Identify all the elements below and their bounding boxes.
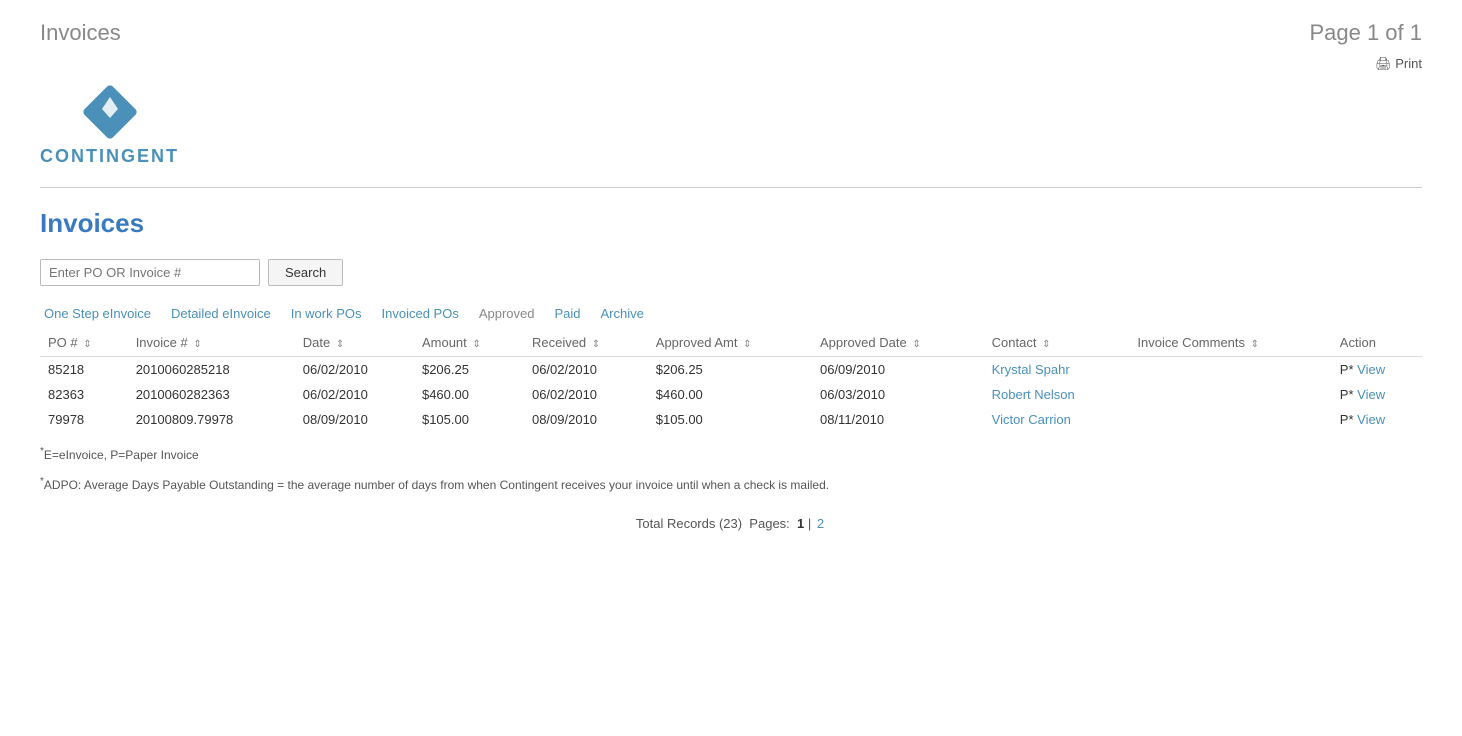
col-received: Received ⇕ bbox=[524, 329, 648, 357]
cell-received: 06/02/2010 bbox=[524, 382, 648, 407]
pagination-page-2[interactable]: 2 bbox=[817, 516, 824, 531]
col-po-num: PO # ⇕ bbox=[40, 329, 128, 357]
tab-archive[interactable]: Archive bbox=[597, 302, 660, 329]
cell-contact-link[interactable]: Krystal Spahr bbox=[992, 362, 1070, 377]
cell-invoice-comments bbox=[1129, 357, 1331, 383]
table-row: 7997820100809.7997808/09/2010$105.0008/0… bbox=[40, 407, 1422, 432]
pagination-total: Total Records (23) Pages: bbox=[636, 516, 794, 531]
pagination-page-1[interactable]: 1 bbox=[797, 516, 804, 531]
cell-po-num: 79978 bbox=[40, 407, 128, 432]
footnote-2: *ADPO: Average Days Payable Outstanding … bbox=[40, 476, 1422, 492]
invoices-table: PO # ⇕ Invoice # ⇕ Date ⇕ Amount ⇕ Recei… bbox=[40, 329, 1422, 432]
sort-icon-approved-amt: ⇕ bbox=[743, 339, 751, 350]
col-contact: Contact ⇕ bbox=[984, 329, 1130, 357]
tabs-row: One Step eInvoice Detailed eInvoice In w… bbox=[40, 302, 1422, 329]
cell-invoice-comments bbox=[1129, 407, 1331, 432]
col-date: Date ⇕ bbox=[295, 329, 414, 357]
footnote-1: *E=eInvoice, P=Paper Invoice bbox=[40, 446, 1422, 462]
cell-amount: $460.00 bbox=[414, 382, 524, 407]
action-view-link[interactable]: View bbox=[1357, 387, 1385, 402]
cell-date: 08/09/2010 bbox=[295, 407, 414, 432]
sort-icon-received: ⇕ bbox=[592, 339, 600, 350]
cell-date: 06/02/2010 bbox=[295, 382, 414, 407]
action-prefix: P* bbox=[1340, 362, 1357, 377]
col-invoice-comments: Invoice Comments ⇕ bbox=[1129, 329, 1331, 357]
cell-invoice-num: 2010060285218 bbox=[128, 357, 295, 383]
cell-amount: $206.25 bbox=[414, 357, 524, 383]
cell-action: P* View bbox=[1332, 357, 1422, 383]
invoices-heading: Invoices bbox=[40, 208, 1422, 239]
pagination-separator: | bbox=[808, 516, 815, 531]
col-approved-date: Approved Date ⇕ bbox=[812, 329, 984, 357]
page-header: Invoices Page 1 of 1 bbox=[0, 0, 1462, 56]
cell-po-num: 82363 bbox=[40, 382, 128, 407]
cell-received: 08/09/2010 bbox=[524, 407, 648, 432]
search-button[interactable]: Search bbox=[268, 259, 343, 286]
cell-date: 06/02/2010 bbox=[295, 357, 414, 383]
tab-approved[interactable]: Approved bbox=[475, 302, 551, 329]
action-view-link[interactable]: View bbox=[1357, 412, 1385, 427]
cell-contact[interactable]: Robert Nelson bbox=[984, 382, 1130, 407]
search-bar: Search bbox=[40, 259, 1422, 286]
cell-approved-amt: $105.00 bbox=[648, 407, 812, 432]
col-action: Action bbox=[1332, 329, 1422, 357]
col-approved-amt: Approved Amt ⇕ bbox=[648, 329, 812, 357]
search-input[interactable] bbox=[40, 259, 260, 286]
tab-detailed-einvoice[interactable]: Detailed eInvoice bbox=[167, 302, 287, 329]
cell-invoice-comments bbox=[1129, 382, 1331, 407]
logo-text: CONTINGENT bbox=[40, 146, 179, 167]
table-header-row: PO # ⇕ Invoice # ⇕ Date ⇕ Amount ⇕ Recei… bbox=[40, 329, 1422, 357]
sort-icon-amount: ⇕ bbox=[472, 339, 480, 350]
cell-approved-date: 06/03/2010 bbox=[812, 382, 984, 407]
sort-icon-contact: ⇕ bbox=[1042, 339, 1050, 350]
page-title-top: Invoices bbox=[40, 20, 121, 46]
cell-action: P* View bbox=[1332, 407, 1422, 432]
sort-icon-date: ⇕ bbox=[336, 339, 344, 350]
pagination: Total Records (23) Pages: 1 | 2 bbox=[40, 516, 1422, 531]
cell-approved-date: 06/09/2010 bbox=[812, 357, 984, 383]
table-row: 85218201006028521806/02/2010$206.2506/02… bbox=[40, 357, 1422, 383]
sort-icon-invoice: ⇕ bbox=[193, 339, 201, 350]
main-content: Invoices Search One Step eInvoice Detail… bbox=[0, 188, 1462, 551]
sort-icon-approved-date: ⇕ bbox=[912, 339, 920, 350]
action-prefix: P* bbox=[1340, 387, 1357, 402]
cell-invoice-num: 20100809.79978 bbox=[128, 407, 295, 432]
cell-approved-amt: $206.25 bbox=[648, 357, 812, 383]
cell-amount: $105.00 bbox=[414, 407, 524, 432]
page-info: Page 1 of 1 bbox=[1309, 20, 1422, 46]
col-amount: Amount ⇕ bbox=[414, 329, 524, 357]
print-link[interactable]: 🖨 Print bbox=[1375, 56, 1422, 71]
tab-one-step-einvoice[interactable]: One Step eInvoice bbox=[40, 302, 167, 329]
logo-container: CONTINGENT bbox=[40, 82, 179, 167]
tab-in-work-pos[interactable]: In work POs bbox=[287, 302, 378, 329]
cell-po-num: 85218 bbox=[40, 357, 128, 383]
cell-contact-link[interactable]: Robert Nelson bbox=[992, 387, 1075, 402]
logo-section: CONTINGENT bbox=[0, 72, 1462, 187]
col-invoice-num: Invoice # ⇕ bbox=[128, 329, 295, 357]
cell-contact[interactable]: Victor Carrion bbox=[984, 407, 1130, 432]
cell-invoice-num: 2010060282363 bbox=[128, 382, 295, 407]
table-row: 82363201006028236306/02/2010$460.0006/02… bbox=[40, 382, 1422, 407]
tab-paid[interactable]: Paid bbox=[550, 302, 596, 329]
tab-invoiced-pos[interactable]: Invoiced POs bbox=[378, 302, 475, 329]
cell-received: 06/02/2010 bbox=[524, 357, 648, 383]
cell-approved-amt: $460.00 bbox=[648, 382, 812, 407]
action-view-link[interactable]: View bbox=[1357, 362, 1385, 377]
cell-approved-date: 08/11/2010 bbox=[812, 407, 984, 432]
cell-contact[interactable]: Krystal Spahr bbox=[984, 357, 1130, 383]
cell-action: P* View bbox=[1332, 382, 1422, 407]
action-prefix: P* bbox=[1340, 412, 1357, 427]
print-area: 🖨 Print bbox=[0, 56, 1462, 72]
cell-contact-link[interactable]: Victor Carrion bbox=[992, 412, 1071, 427]
sort-icon-po: ⇕ bbox=[83, 339, 91, 350]
logo-icon bbox=[80, 82, 140, 142]
sort-icon-comments: ⇕ bbox=[1251, 339, 1259, 350]
